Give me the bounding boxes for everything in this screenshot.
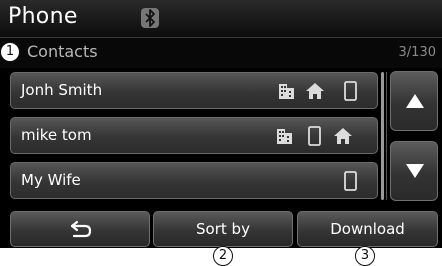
page-title: Phone — [8, 4, 78, 29]
office-icon — [275, 126, 295, 146]
office-icon — [277, 81, 297, 101]
title-bar: Phone — [0, 0, 442, 38]
contact-row[interactable]: Jonh Smith — [10, 72, 378, 109]
callout-marker-2: 2 — [213, 246, 233, 266]
back-button[interactable] — [10, 211, 150, 247]
phone-screen: Phone 1 Contacts 3/130 Jonh Smith mike t… — [0, 0, 442, 266]
arrow-up-icon — [406, 94, 424, 108]
scrollbar-track — [381, 72, 384, 200]
mobile-icon — [340, 171, 360, 191]
sort-by-button[interactable]: Sort by — [153, 211, 293, 247]
home-icon — [333, 126, 353, 146]
contact-name: My Wife — [21, 171, 81, 189]
home-icon — [305, 81, 325, 101]
contact-name: mike tom — [21, 126, 92, 144]
contact-name: Jonh Smith — [21, 81, 103, 99]
scroll-up-button[interactable] — [390, 71, 438, 131]
contact-count: 3/130 — [398, 45, 436, 60]
arrow-down-icon — [406, 164, 424, 178]
back-icon — [70, 220, 92, 238]
contact-row[interactable]: My Wife — [10, 162, 378, 199]
scroll-down-button[interactable] — [390, 141, 438, 201]
callout-marker-3: 3 — [355, 246, 375, 266]
contact-row[interactable]: mike tom — [10, 117, 378, 154]
mobile-icon — [304, 126, 324, 146]
mobile-icon — [340, 81, 360, 101]
download-button[interactable]: Download — [297, 211, 438, 247]
bluetooth-icon — [140, 7, 160, 29]
contacts-label: Contacts — [27, 42, 98, 61]
divider — [386, 72, 387, 200]
callout-marker-1: 1 — [0, 42, 20, 62]
